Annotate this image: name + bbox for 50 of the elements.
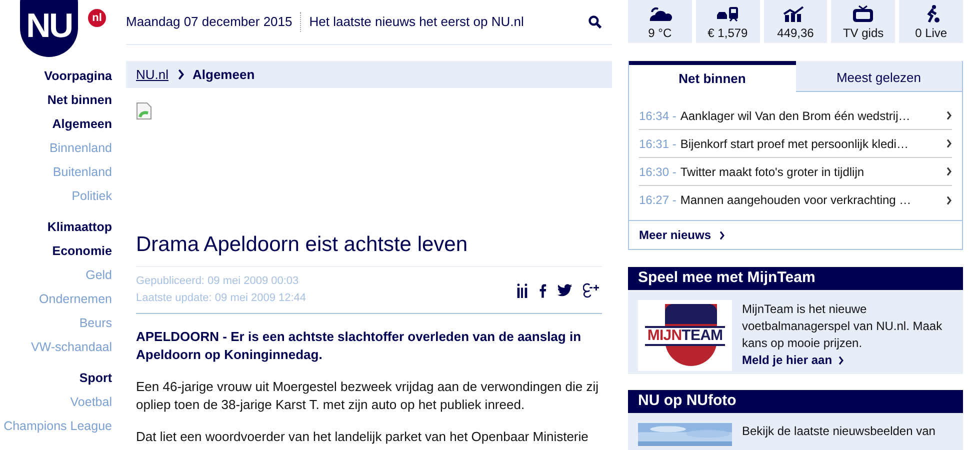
widget-tile[interactable]: 0 Live [899,0,963,43]
breadcrumb-link[interactable]: NU.nl [136,64,169,84]
mijnteam-logo[interactable]: MIJNTEAM [638,300,732,372]
logo[interactable]: NU [20,0,78,57]
chevron-icon [838,356,844,366]
news-item[interactable]: 16:34 - Aanklager wil Van den Brom één wedstrij… [639,102,952,130]
nav-link[interactable]: Voorpagina [44,64,112,88]
google-plus-icon[interactable] [583,282,600,298]
promo-text: Bekijk de laatste nieuwsbeelden van [742,423,936,440]
promo-text: MijnTeam is het nieuwe voetbalmanagerspel van NU.nl. Maak kans op mooie prijzen. [742,301,944,352]
nav-link[interactable]: Klimaattop [47,215,112,239]
widget-tile[interactable]: TV gids [831,0,896,43]
tv-icon [851,4,876,24]
car-train-icon [716,4,740,24]
news-item[interactable]: 16:27 - Mannen aangehouden voor verkrachting … [639,186,952,214]
article-paragraph: Dat liet een woordvoerder van het landelijk parket van het Openbaar Ministerie [136,428,590,446]
chevron-icon [946,196,952,204]
broken-image-icon [136,102,152,120]
chevron-icon [946,139,952,148]
updated-date: Laatste update: 09 mei 2009 12:44 [136,291,306,306]
nav-link[interactable]: Sport [79,366,112,390]
article-title: Drama Apeldoorn eist achtste leven [136,232,602,267]
tab[interactable]: Meest gelezen [796,61,962,92]
news-item[interactable]: 16:30 - Twitter maakt foto's groter in tijdlijn [639,158,952,186]
breadcrumb-current: Algemeen [192,66,255,84]
chevron-icon [176,69,185,80]
news-item[interactable]: 16:31 - Bijenkorf start proef met persoonlijk kledi… [639,130,952,158]
signup-link[interactable]: Meld je hier aan [742,352,953,370]
chevron-icon [719,230,726,240]
chevron-icon [946,111,952,120]
nav-link[interactable]: Net binnen [47,88,112,112]
widget-tile[interactable]: 449,36 [764,0,828,43]
tagline: Het laatste nieuws het eerst op NU.nl [308,13,524,32]
search-icon[interactable] [588,15,602,29]
article-lead: APELDOORN - Er is een achtste slachtoffer overleden van de aanslag in Apeldoorn op Koninginnedag. [136,328,582,364]
section-header: NU op NUfoto [628,390,963,414]
twitter-icon[interactable] [557,284,573,296]
logo-badge: nl [86,7,108,29]
section-header: Speel mee met MijnTeam [628,267,963,290]
nav-link[interactable]: Algemeen [52,112,112,136]
published-date: Gepubliceerd: 09 mei 2009 00:03 [136,274,300,289]
article-paragraph: Een 46-jarige vrouw uit Moergestel bezweek vrijdag aan de verwondingen die zij opliep toen de 38-jarige Karst T. met zijn auto op het publiek inreed. [136,378,600,414]
date-text: Maandag 07 december 2015 [126,12,302,32]
more-news-link[interactable]: Meer nieuws [639,226,726,244]
widget-tile[interactable]: € 1,579 [696,0,760,43]
share-icon[interactable] [516,282,528,298]
widget-tile[interactable]: 9 °C [628,0,692,43]
chevron-icon [946,167,952,176]
facebook-icon[interactable] [538,282,547,298]
nav-link[interactable]: Economie [52,239,112,263]
